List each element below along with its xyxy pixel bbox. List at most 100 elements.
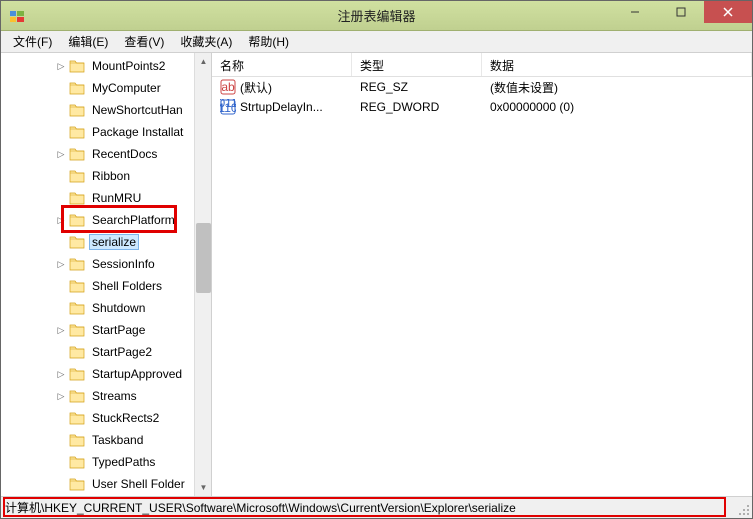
tree-item-label[interactable]: Package Installat	[89, 124, 186, 140]
list-pane[interactable]: 名称 类型 数据 ab(默认)REG_SZ(数值未设置)011110Strtup…	[212, 53, 752, 496]
tree-item-label[interactable]: MyComputer	[89, 80, 164, 96]
list-row[interactable]: ab(默认)REG_SZ(数值未设置)	[212, 77, 752, 97]
tree-row[interactable]: RunMRU	[1, 187, 211, 209]
tree-item-label[interactable]: Taskband	[89, 432, 146, 448]
tree-row[interactable]: Taskband	[1, 429, 211, 451]
expander-none	[55, 412, 67, 424]
tree-row[interactable]: ▷ SessionInfo	[1, 253, 211, 275]
menu-help[interactable]: 帮助(H)	[240, 31, 297, 52]
tree-item-label[interactable]: RecentDocs	[89, 146, 160, 162]
tree-row[interactable]: ▷ StartupApproved	[1, 363, 211, 385]
menu-favorites[interactable]: 收藏夹(A)	[172, 31, 240, 52]
cell-name: ab(默认)	[212, 78, 352, 97]
tree-row[interactable]: serialize	[1, 231, 211, 253]
tree-item-label[interactable]: Shutdown	[89, 300, 148, 316]
expander-icon[interactable]: ▷	[55, 390, 67, 402]
maximize-button[interactable]	[658, 1, 704, 23]
tree-row[interactable]: User Shell Folder	[1, 473, 211, 495]
column-header-name[interactable]: 名称	[212, 53, 352, 76]
tree-row[interactable]: Package Installat	[1, 121, 211, 143]
tree-row[interactable]: TypedPaths	[1, 451, 211, 473]
tree-item-label[interactable]: StuckRects2	[89, 410, 162, 426]
folder-icon	[69, 191, 85, 205]
folder-icon	[69, 103, 85, 117]
scroll-down-button[interactable]: ▼	[195, 479, 212, 496]
tree-item-label[interactable]: Streams	[89, 388, 140, 404]
folder-icon	[69, 323, 85, 337]
scroll-up-button[interactable]: ▲	[195, 53, 212, 70]
tree-item-label[interactable]: StartPage2	[89, 344, 155, 360]
tree-item-label[interactable]: RunMRU	[89, 190, 144, 206]
tree-row[interactable]: Ribbon	[1, 165, 211, 187]
folder-icon	[69, 279, 85, 293]
tree-item-label[interactable]: StartPage	[89, 322, 148, 338]
window-controls	[612, 1, 752, 23]
expander-none	[55, 82, 67, 94]
tree-row[interactable]: Shutdown	[1, 297, 211, 319]
status-bar: 计算机\HKEY_CURRENT_USER\Software\Microsoft…	[1, 496, 752, 518]
window-title: 注册表编辑器	[337, 6, 415, 25]
cell-data: (数值未设置)	[482, 78, 752, 97]
expander-none	[55, 192, 67, 204]
resize-grip[interactable]	[736, 502, 750, 516]
folder-icon	[69, 257, 85, 271]
tree-row[interactable]: NewShortcutHan	[1, 99, 211, 121]
svg-text:110: 110	[220, 101, 236, 115]
tree-item-label[interactable]: Shell Folders	[89, 278, 165, 294]
expander-icon[interactable]: ▷	[55, 368, 67, 380]
tree-row[interactable]: Shell Folders	[1, 275, 211, 297]
string-value-icon: ab	[220, 79, 236, 95]
tree-item-label[interactable]: User Shell Folder	[89, 476, 188, 492]
tree-item-label[interactable]: MountPoints2	[89, 58, 168, 74]
tree-row[interactable]: StartPage2	[1, 341, 211, 363]
close-button[interactable]	[704, 1, 752, 23]
tree-row[interactable]: ▷ StartPage	[1, 319, 211, 341]
expander-none	[55, 302, 67, 314]
expander-none	[55, 346, 67, 358]
tree-item-label[interactable]: SessionInfo	[89, 256, 158, 272]
tree-row[interactable]: StuckRects2	[1, 407, 211, 429]
expander-none	[55, 478, 67, 490]
tree-item-label[interactable]: Ribbon	[89, 168, 133, 184]
tree-row[interactable]: MyComputer	[1, 77, 211, 99]
value-name: (默认)	[240, 79, 272, 96]
expander-none	[55, 170, 67, 182]
tree-item-label[interactable]: TypedPaths	[89, 454, 158, 470]
app-icon	[9, 8, 25, 24]
tree-item-label[interactable]: SearchPlatform	[89, 212, 178, 228]
binary-value-icon: 011110	[220, 99, 236, 115]
folder-icon	[69, 169, 85, 183]
expander-none	[55, 236, 67, 248]
menu-file[interactable]: 文件(F)	[5, 31, 60, 52]
expander-icon[interactable]: ▷	[55, 214, 67, 226]
folder-icon	[69, 367, 85, 381]
column-header-data[interactable]: 数据	[482, 53, 752, 76]
tree-scrollbar[interactable]: ▲ ▼	[194, 53, 211, 496]
cell-data: 0x00000000 (0)	[482, 99, 752, 115]
folder-icon	[69, 147, 85, 161]
tree-row[interactable]: ▷UserAssist	[1, 495, 211, 496]
expander-none	[55, 456, 67, 468]
tree-row[interactable]: ▷ SearchPlatform	[1, 209, 211, 231]
menu-edit[interactable]: 编辑(E)	[60, 31, 116, 52]
column-header-type[interactable]: 类型	[352, 53, 482, 76]
tree-row[interactable]: ▷ RecentDocs	[1, 143, 211, 165]
tree-row[interactable]: ▷ MountPoints2	[1, 55, 211, 77]
folder-icon	[69, 59, 85, 73]
expander-icon[interactable]: ▷	[55, 258, 67, 270]
scroll-thumb[interactable]	[196, 223, 211, 293]
expander-none	[55, 126, 67, 138]
menu-view[interactable]: 查看(V)	[116, 31, 172, 52]
folder-icon	[69, 433, 85, 447]
folder-icon	[69, 411, 85, 425]
tree-item-label[interactable]: StartupApproved	[89, 366, 185, 382]
expander-icon[interactable]: ▷	[55, 324, 67, 336]
tree-item-label[interactable]: serialize	[89, 234, 139, 250]
tree-row[interactable]: ▷ Streams	[1, 385, 211, 407]
tree-pane[interactable]: ▷ MountPoints2 MyComputer NewShortcutHan Pac…	[1, 53, 212, 496]
list-row[interactable]: 011110StrtupDelayIn...REG_DWORD0x0000000…	[212, 97, 752, 117]
minimize-button[interactable]	[612, 1, 658, 23]
expander-icon[interactable]: ▷	[55, 148, 67, 160]
tree-item-label[interactable]: NewShortcutHan	[89, 102, 186, 118]
expander-icon[interactable]: ▷	[55, 60, 67, 72]
